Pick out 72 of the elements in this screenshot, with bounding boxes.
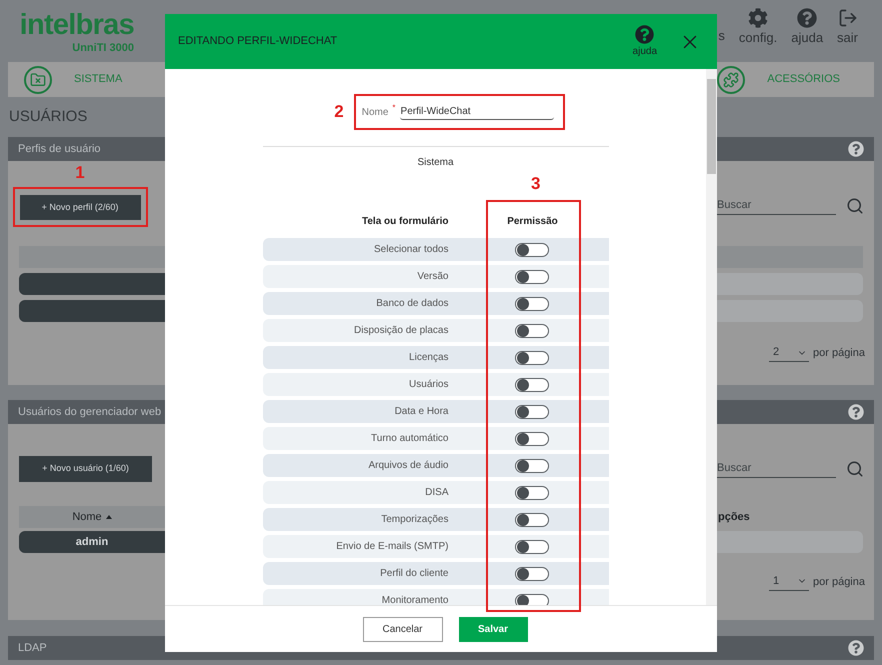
permission-label: Turno automático [370,432,450,446]
header-link[interactable]: s [718,26,725,45]
permission-label: Envio de E-mails (SMTP) [335,540,450,554]
toggle-switch[interactable] [515,512,549,526]
help-icon[interactable] [848,404,864,420]
permission-label: Arquivos de áudio [367,459,450,473]
save-button[interactable]: Salvar [458,616,528,642]
help-button[interactable]: ajuda [632,25,657,58]
scrollbar[interactable] [706,69,717,605]
permission-label: Monitoramento [380,594,450,605]
name-field[interactable]: Perfil-WideChat [400,104,554,120]
toggle-switch[interactable] [515,324,549,338]
toggle-switch[interactable] [515,486,549,500]
logo: intelbras [20,10,134,40]
panel-title: LDAP [18,640,47,656]
column-header: Permissão [506,215,559,229]
toggle-switch[interactable] [515,270,549,284]
folder-icon [24,66,52,94]
column-header: pções [718,510,750,525]
annotation-number: 2 [334,101,344,124]
permission-label: Licenças [408,351,450,365]
cancel-button[interactable]: Cancelar [362,616,442,642]
column-header[interactable]: Nome [19,506,165,528]
field-label: Nome [362,106,388,120]
search-icon[interactable] [846,197,864,215]
permission-label: Disposição de placas [353,324,450,338]
new-profile-button[interactable]: + Novo perfil (2/60) [20,195,140,220]
permission-label: DISA [424,486,450,500]
toggle-switch[interactable] [515,350,549,364]
toggle-switch[interactable] [515,432,549,446]
toggle-switch[interactable] [515,296,549,310]
toggle-switch[interactable] [515,458,549,472]
toggle-switch[interactable] [515,242,549,256]
header-action[interactable]: ajuda [791,8,824,45]
help-icon[interactable] [848,640,864,656]
header-action[interactable]: config. [738,8,778,45]
toggle-switch[interactable] [515,378,549,392]
required-mark: * [392,102,396,114]
sort-caret-icon [106,515,112,519]
panel-title: Usuários do gerenciador web [18,404,162,420]
permission-label: Selecionar todos [373,243,450,257]
toggle-switch[interactable] [515,540,549,554]
header-action[interactable]: sair [837,8,858,45]
permission-label: Perfil do cliente [379,567,450,581]
modal-title: EDITANDO PERFIL-WIDECHAT [178,34,338,50]
permission-label: Banco de dados [375,297,450,311]
permission-label: Temporizações [380,513,450,527]
panel-title: Perfis de usuário [18,142,101,157]
settings-icon [748,8,768,28]
page-size-select[interactable]: 2 [769,344,809,362]
annotation-number: 3 [531,174,540,194]
annotation-number: 1 [75,163,85,183]
toggle-switch[interactable] [515,566,549,580]
help-icon [797,8,818,28]
column-header: Tela ou formulário [361,215,450,229]
toggle-switch[interactable] [515,404,549,418]
help-icon [635,25,654,44]
new-user-button[interactable]: + Novo usuário (1/60) [19,456,152,482]
help-icon[interactable] [848,141,864,157]
section-title: Sistema [416,156,455,170]
per-page-label: por página [813,346,865,361]
toggle-switch[interactable] [515,594,549,605]
permission-label: Versão [416,270,450,284]
page-size-select[interactable]: 1 [769,573,809,590]
exit-icon [838,8,858,28]
permission-label: Data e Hora [394,405,450,419]
per-page-label: por página [813,574,865,590]
search-icon[interactable] [846,460,864,478]
page-title: USUÁRIOS [9,107,88,126]
product-name: UnniTI 3000 [72,41,134,56]
table-cell-text: admin [74,534,110,550]
permission-label: Usuários [408,378,450,392]
